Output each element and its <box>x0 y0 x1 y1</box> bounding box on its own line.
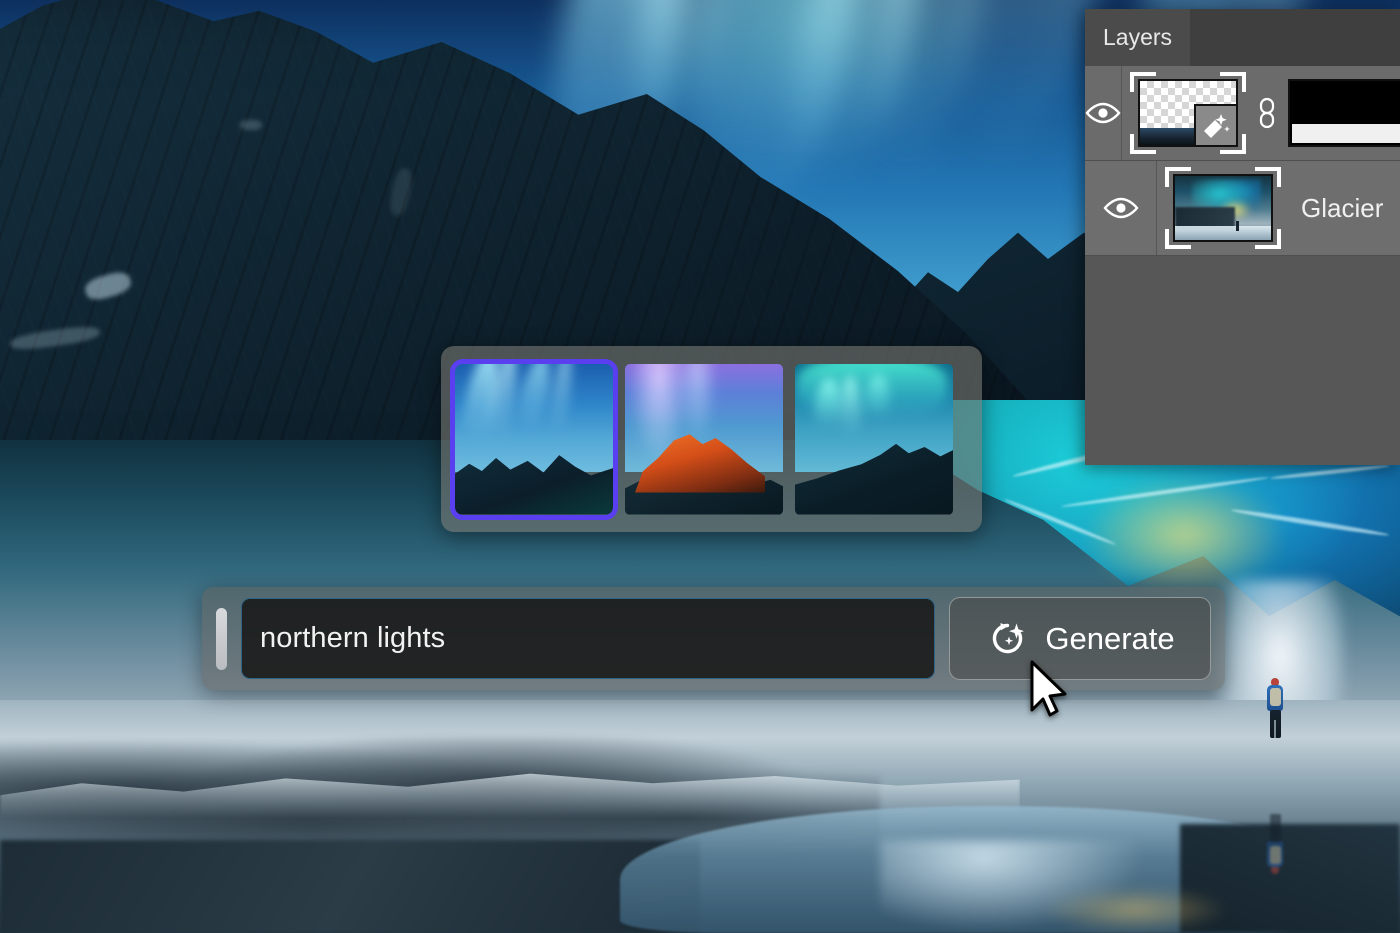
tab-strip-filler <box>1190 9 1400 66</box>
variation-thumbnail-2[interactable] <box>625 363 783 515</box>
dark-ground-left <box>0 840 700 933</box>
layers-panel: Layers Glacier <box>1085 9 1400 465</box>
layer-mask-thumbnail[interactable] <box>1288 79 1400 147</box>
generate-button[interactable]: Generate <box>949 597 1211 680</box>
prompt-input[interactable] <box>241 598 935 679</box>
glacier-layer-thumbnail[interactable] <box>1165 167 1281 249</box>
thumb-snow <box>1175 225 1271 240</box>
generative-fill-badge-icon <box>1194 104 1236 145</box>
tab-layers-label: Layers <box>1103 24 1173 50</box>
layer-visibility-toggle[interactable] <box>1085 66 1122 160</box>
generative-variations-panel <box>441 346 982 532</box>
glacier-thumbnail-art <box>1175 176 1271 240</box>
generate-button-label: Generate <box>1045 620 1175 656</box>
eye-icon <box>1085 102 1121 124</box>
variation-thumbnail-1[interactable] <box>450 358 618 520</box>
ground-amber-glow <box>1040 886 1230 933</box>
thumbnail-image <box>1138 79 1238 147</box>
hiker-leg-gap <box>1274 720 1276 738</box>
variation-thumbnail-3[interactable] <box>795 363 953 515</box>
link-mask-icon[interactable] <box>1252 97 1282 129</box>
mask-white-region <box>1292 123 1400 143</box>
snow-patch <box>240 120 262 130</box>
generative-fill-prompt-bar: Generate <box>202 587 1225 690</box>
layer-name-label[interactable]: Glacier <box>1281 193 1400 224</box>
thumbnail-image <box>1173 174 1273 242</box>
table-row[interactable]: Glacier <box>1085 161 1400 256</box>
tab-layers[interactable]: Layers <box>1085 9 1191 66</box>
hiker-figure <box>1263 678 1287 740</box>
hiker-reflection <box>1263 814 1287 874</box>
thumb-hiker <box>1236 221 1240 232</box>
table-row[interactable] <box>1085 66 1400 161</box>
generative-layer-thumbnail[interactable] <box>1130 72 1246 154</box>
layer-visibility-toggle[interactable] <box>1085 161 1157 255</box>
drag-handle[interactable] <box>216 607 227 670</box>
panel-tab-strip: Layers <box>1085 9 1400 66</box>
eye-icon <box>1102 197 1139 219</box>
hiker-backpack <box>1270 688 1281 706</box>
firefly-generate-icon <box>985 617 1029 661</box>
